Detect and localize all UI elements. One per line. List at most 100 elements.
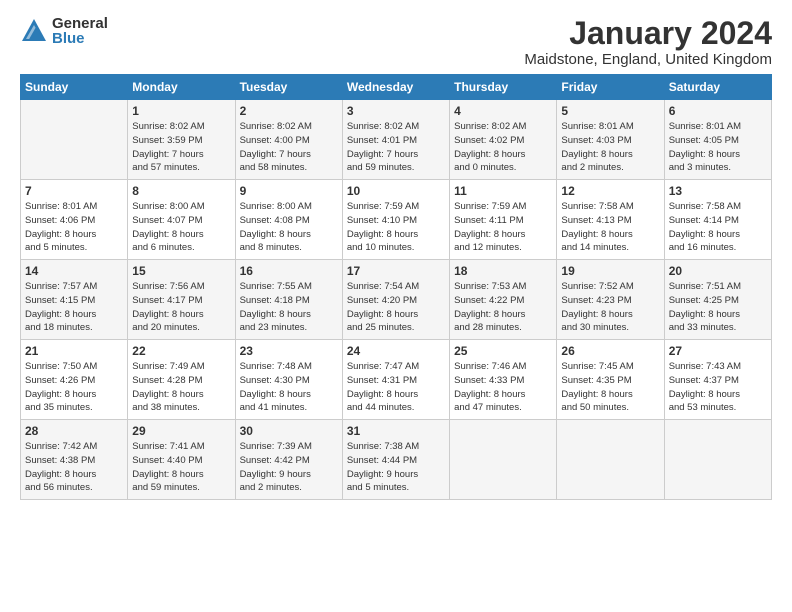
day-number: 13 xyxy=(669,184,767,198)
day-number: 11 xyxy=(454,184,552,198)
day-cell: 9Sunrise: 8:00 AM Sunset: 4:08 PM Daylig… xyxy=(235,180,342,260)
day-info: Sunrise: 8:02 AM Sunset: 4:01 PM Dayligh… xyxy=(347,120,445,175)
col-tuesday: Tuesday xyxy=(235,75,342,100)
day-info: Sunrise: 7:56 AM Sunset: 4:17 PM Dayligh… xyxy=(132,280,230,335)
page: General Blue January 2024 Maidstone, Eng… xyxy=(0,0,792,612)
day-number: 30 xyxy=(240,424,338,438)
day-number: 28 xyxy=(25,424,123,438)
day-number: 3 xyxy=(347,104,445,118)
day-info: Sunrise: 7:47 AM Sunset: 4:31 PM Dayligh… xyxy=(347,360,445,415)
header: General Blue January 2024 Maidstone, Eng… xyxy=(20,16,772,68)
day-cell: 2Sunrise: 8:02 AM Sunset: 4:00 PM Daylig… xyxy=(235,100,342,180)
day-info: Sunrise: 7:42 AM Sunset: 4:38 PM Dayligh… xyxy=(25,440,123,495)
day-info: Sunrise: 7:54 AM Sunset: 4:20 PM Dayligh… xyxy=(347,280,445,335)
day-number: 31 xyxy=(347,424,445,438)
day-info: Sunrise: 7:59 AM Sunset: 4:11 PM Dayligh… xyxy=(454,200,552,255)
day-cell: 17 Sunrise: 7:54 AM Sunset: 4:20 PM Dayli… xyxy=(342,260,449,340)
day-cell: 26 Sunrise: 7:45 AM Sunset: 4:35 PM Dayli… xyxy=(557,340,664,420)
day-cell: 3 Sunrise: 8:02 AM Sunset: 4:01 PM Daylig… xyxy=(342,100,449,180)
day-info: Sunrise: 7:52 AM Sunset: 4:23 PM Dayligh… xyxy=(561,280,659,335)
day-number: 27 xyxy=(669,344,767,358)
day-cell: 11 Sunrise: 7:59 AM Sunset: 4:11 PM Dayli… xyxy=(450,180,557,260)
logo-icon xyxy=(20,17,48,45)
day-info: Sunrise: 7:58 AM Sunset: 4:14 PM Dayligh… xyxy=(669,200,767,255)
day-cell: 31 Sunrise: 7:38 AM Sunset: 4:44 PM Dayli… xyxy=(342,420,449,500)
col-wednesday: Wednesday xyxy=(342,75,449,100)
subtitle: Maidstone, England, United Kingdom xyxy=(524,51,772,68)
day-number: 8 xyxy=(132,184,230,198)
day-cell: 24 Sunrise: 7:47 AM Sunset: 4:31 PM Dayli… xyxy=(342,340,449,420)
day-cell: 23Sunrise: 7:48 AM Sunset: 4:30 PM Dayli… xyxy=(235,340,342,420)
day-info: Sunrise: 8:00 AM Sunset: 4:08 PM Dayligh… xyxy=(240,200,338,255)
day-number: 24 xyxy=(347,344,445,358)
day-cell: 15 Sunrise: 7:56 AM Sunset: 4:17 PM Dayli… xyxy=(128,260,235,340)
day-number: 6 xyxy=(669,104,767,118)
day-cell: 13 Sunrise: 7:58 AM Sunset: 4:14 PM Dayli… xyxy=(664,180,771,260)
calendar-table: Sunday Monday Tuesday Wednesday Thursday… xyxy=(20,74,772,500)
day-cell: 7Sunrise: 8:01 AM Sunset: 4:06 PM Daylig… xyxy=(21,180,128,260)
day-cell: 5Sunrise: 8:01 AM Sunset: 4:03 PM Daylig… xyxy=(557,100,664,180)
logo-general-text: General xyxy=(52,16,108,31)
col-sunday: Sunday xyxy=(21,75,128,100)
day-cell: 18Sunrise: 7:53 AM Sunset: 4:22 PM Dayli… xyxy=(450,260,557,340)
day-number: 22 xyxy=(132,344,230,358)
day-number: 16 xyxy=(240,264,338,278)
day-number: 15 xyxy=(132,264,230,278)
day-cell: 12Sunrise: 7:58 AM Sunset: 4:13 PM Dayli… xyxy=(557,180,664,260)
week-row-4: 28 Sunrise: 7:42 AM Sunset: 4:38 PM Dayli… xyxy=(21,420,772,500)
day-number: 12 xyxy=(561,184,659,198)
day-info: Sunrise: 7:57 AM Sunset: 4:15 PM Dayligh… xyxy=(25,280,123,335)
col-monday: Monday xyxy=(128,75,235,100)
col-thursday: Thursday xyxy=(450,75,557,100)
day-info: Sunrise: 8:02 AM Sunset: 3:59 PM Dayligh… xyxy=(132,120,230,175)
day-cell: 21 Sunrise: 7:50 AM Sunset: 4:26 PM Dayli… xyxy=(21,340,128,420)
day-info: Sunrise: 7:48 AM Sunset: 4:30 PM Dayligh… xyxy=(240,360,338,415)
day-number: 26 xyxy=(561,344,659,358)
day-info: Sunrise: 7:50 AM Sunset: 4:26 PM Dayligh… xyxy=(25,360,123,415)
day-cell: 6Sunrise: 8:01 AM Sunset: 4:05 PM Daylig… xyxy=(664,100,771,180)
day-number: 19 xyxy=(561,264,659,278)
day-cell: 22 Sunrise: 7:49 AM Sunset: 4:28 PM Dayli… xyxy=(128,340,235,420)
day-cell: 20 Sunrise: 7:51 AM Sunset: 4:25 PM Dayli… xyxy=(664,260,771,340)
week-row-2: 14Sunrise: 7:57 AM Sunset: 4:15 PM Dayli… xyxy=(21,260,772,340)
day-info: Sunrise: 7:45 AM Sunset: 4:35 PM Dayligh… xyxy=(561,360,659,415)
day-cell: 29Sunrise: 7:41 AM Sunset: 4:40 PM Dayli… xyxy=(128,420,235,500)
day-number: 4 xyxy=(454,104,552,118)
day-number: 21 xyxy=(25,344,123,358)
day-cell: 19 Sunrise: 7:52 AM Sunset: 4:23 PM Dayli… xyxy=(557,260,664,340)
day-number: 20 xyxy=(669,264,767,278)
day-number: 25 xyxy=(454,344,552,358)
day-info: Sunrise: 7:53 AM Sunset: 4:22 PM Dayligh… xyxy=(454,280,552,335)
day-cell: 1 Sunrise: 8:02 AM Sunset: 3:59 PM Daylig… xyxy=(128,100,235,180)
day-cell: 28 Sunrise: 7:42 AM Sunset: 4:38 PM Dayli… xyxy=(21,420,128,500)
header-row: Sunday Monday Tuesday Wednesday Thursday… xyxy=(21,75,772,100)
week-row-3: 21 Sunrise: 7:50 AM Sunset: 4:26 PM Dayli… xyxy=(21,340,772,420)
day-info: Sunrise: 8:00 AM Sunset: 4:07 PM Dayligh… xyxy=(132,200,230,255)
day-info: Sunrise: 7:51 AM Sunset: 4:25 PM Dayligh… xyxy=(669,280,767,335)
day-cell: 30 Sunrise: 7:39 AM Sunset: 4:42 PM Dayli… xyxy=(235,420,342,500)
day-cell: 8 Sunrise: 8:00 AM Sunset: 4:07 PM Daylig… xyxy=(128,180,235,260)
day-cell xyxy=(664,420,771,500)
day-cell: 14Sunrise: 7:57 AM Sunset: 4:15 PM Dayli… xyxy=(21,260,128,340)
logo-blue-text: Blue xyxy=(52,31,108,46)
day-number: 10 xyxy=(347,184,445,198)
day-info: Sunrise: 7:39 AM Sunset: 4:42 PM Dayligh… xyxy=(240,440,338,495)
col-saturday: Saturday xyxy=(664,75,771,100)
day-info: Sunrise: 7:55 AM Sunset: 4:18 PM Dayligh… xyxy=(240,280,338,335)
day-info: Sunrise: 8:01 AM Sunset: 4:03 PM Dayligh… xyxy=(561,120,659,175)
day-info: Sunrise: 7:38 AM Sunset: 4:44 PM Dayligh… xyxy=(347,440,445,495)
day-info: Sunrise: 7:49 AM Sunset: 4:28 PM Dayligh… xyxy=(132,360,230,415)
day-cell: 16 Sunrise: 7:55 AM Sunset: 4:18 PM Dayli… xyxy=(235,260,342,340)
day-cell: 10Sunrise: 7:59 AM Sunset: 4:10 PM Dayli… xyxy=(342,180,449,260)
day-number: 17 xyxy=(347,264,445,278)
day-cell: 4Sunrise: 8:02 AM Sunset: 4:02 PM Daylig… xyxy=(450,100,557,180)
day-cell: 25Sunrise: 7:46 AM Sunset: 4:33 PM Dayli… xyxy=(450,340,557,420)
day-cell xyxy=(557,420,664,500)
week-row-0: 1 Sunrise: 8:02 AM Sunset: 3:59 PM Daylig… xyxy=(21,100,772,180)
day-number: 1 xyxy=(132,104,230,118)
day-info: Sunrise: 7:41 AM Sunset: 4:40 PM Dayligh… xyxy=(132,440,230,495)
col-friday: Friday xyxy=(557,75,664,100)
day-number: 7 xyxy=(25,184,123,198)
week-row-1: 7Sunrise: 8:01 AM Sunset: 4:06 PM Daylig… xyxy=(21,180,772,260)
day-cell xyxy=(21,100,128,180)
